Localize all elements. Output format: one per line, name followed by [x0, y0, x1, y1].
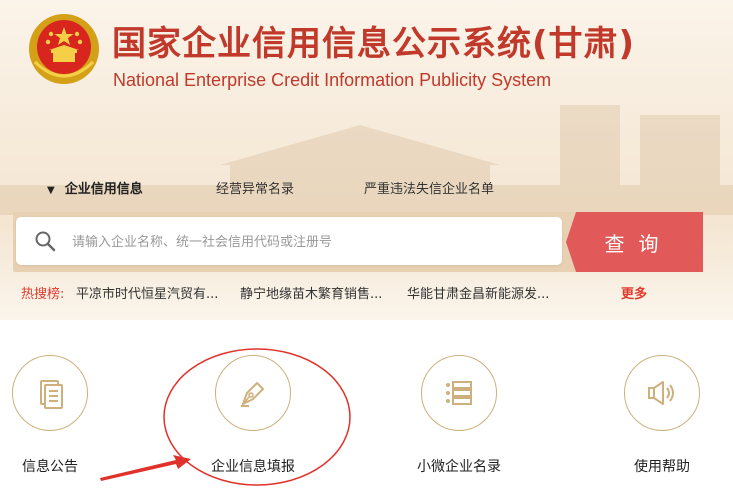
document-icon — [40, 380, 63, 409]
hot-search-label: 热搜榜: — [21, 287, 65, 302]
function-icon-circle — [624, 355, 700, 431]
function-label: 企业信息填报 — [211, 459, 295, 475]
page-title: 国家企业信用信息公示系统(甘肃) — [112, 24, 636, 64]
function-icon-circle — [12, 355, 88, 431]
triangle-down-icon: ▼ — [47, 185, 55, 196]
tab-abnormal-list[interactable]: 经营异常名录 — [216, 178, 294, 197]
search-box — [16, 217, 562, 267]
more-link[interactable]: 更多 — [621, 283, 647, 302]
function-label: 信息公告 — [22, 459, 78, 475]
pen-nib-icon — [241, 382, 264, 407]
search-input[interactable] — [70, 217, 554, 267]
function-enterprise-info-filing[interactable]: 企业信息填报 — [203, 355, 303, 475]
hot-search-item[interactable]: 静宁地缘苗木繁育销售... — [240, 283, 382, 302]
page-subtitle: National Enterprise Credit Information P… — [113, 70, 552, 90]
national-emblem-icon — [29, 14, 99, 84]
search-tabs: ▼ 企业信用信息 经营异常名录 严重违法失信企业名单 — [0, 178, 733, 200]
speaker-icon — [648, 381, 674, 405]
search-bar: 查询 — [13, 212, 703, 272]
function-help[interactable]: 使用帮助 — [612, 355, 712, 475]
function-icon-circle — [215, 355, 291, 431]
tab-label: 企业信用信息 — [64, 182, 143, 197]
function-small-enterprise-list[interactable]: 小微企业名录 — [409, 355, 509, 475]
hot-search-item[interactable]: 平凉市时代恒星汽贸有... — [76, 283, 218, 302]
function-label: 使用帮助 — [634, 459, 690, 475]
search-button[interactable]: 查询 — [566, 212, 703, 272]
hot-search-item[interactable]: 华能甘肃金昌新能源发... — [407, 283, 549, 302]
tab-label: 严重违法失信企业名单 — [364, 182, 495, 197]
function-info-announcement[interactable]: 信息公告 — [0, 355, 100, 475]
tab-serious-violation-list[interactable]: 严重违法失信企业名单 — [364, 178, 494, 197]
function-label: 小微企业名录 — [417, 459, 501, 475]
tab-enterprise-credit[interactable]: ▼ 企业信用信息 — [47, 178, 143, 197]
search-icon — [35, 231, 56, 252]
hot-search-list: 热搜榜: 平凉市时代恒星汽贸有... 静宁地缘苗木繁育销售... 华能甘肃金昌新… — [21, 283, 721, 303]
function-icon-circle — [421, 355, 497, 431]
list-icon — [446, 381, 472, 405]
tab-label: 经营异常名录 — [216, 182, 295, 197]
